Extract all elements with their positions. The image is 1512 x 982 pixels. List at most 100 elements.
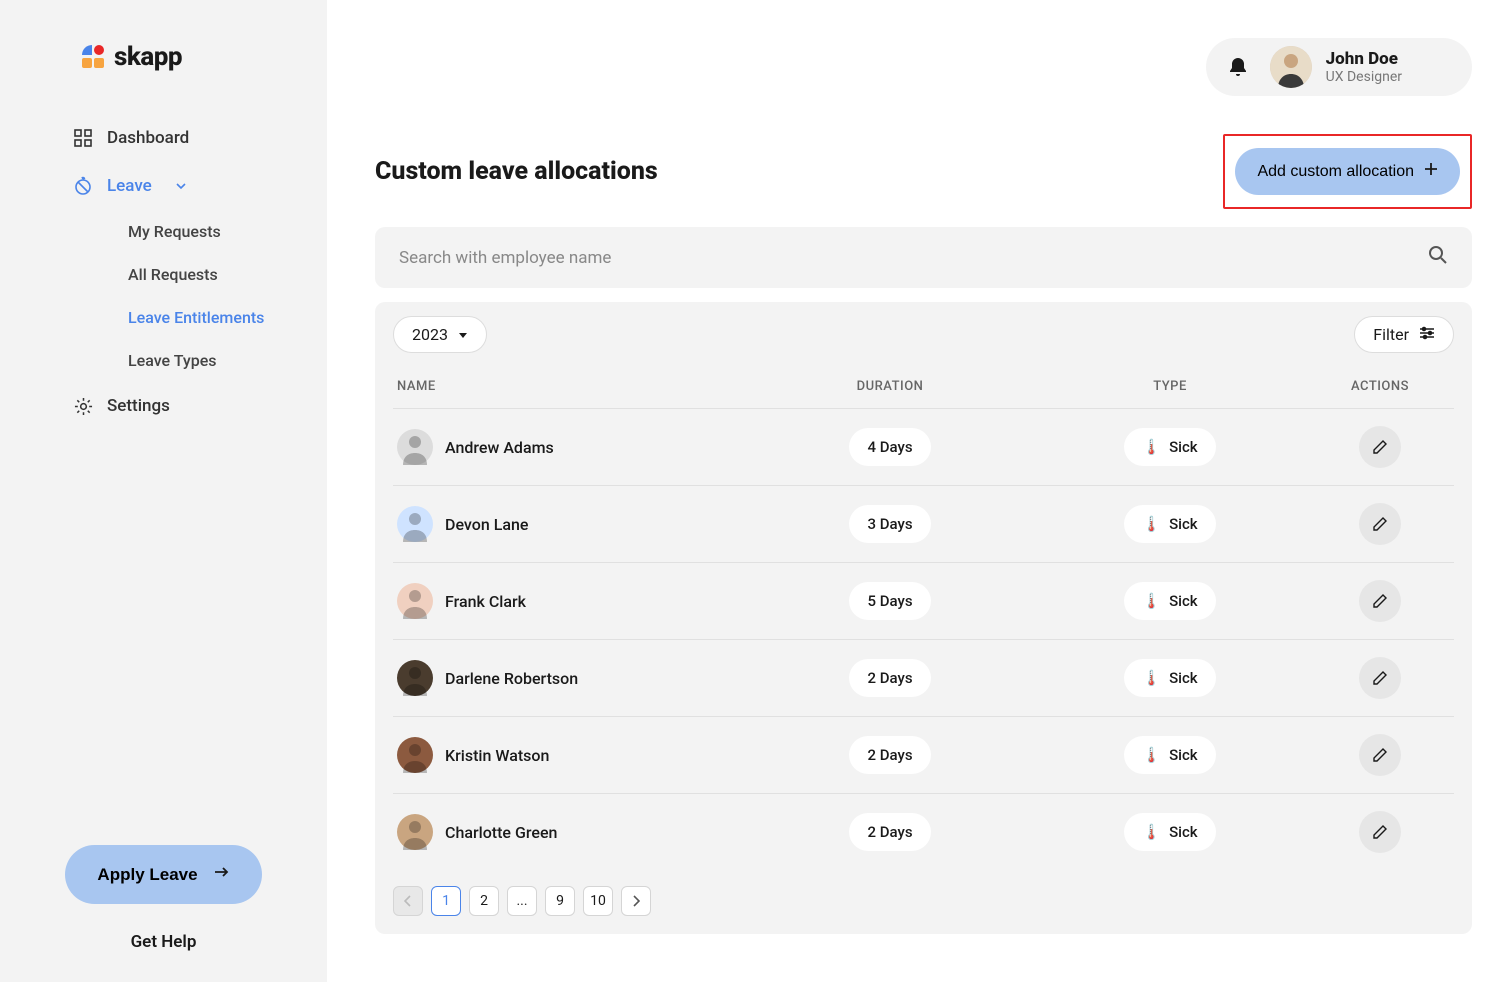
- thermometer-icon: 🌡️: [1142, 515, 1161, 533]
- employee-avatar: [397, 814, 433, 850]
- table-row: Andrew Adams 4 Days 🌡️ Sick: [393, 408, 1454, 485]
- brand-name: skapp: [114, 42, 182, 72]
- thermometer-icon: 🌡️: [1142, 746, 1161, 764]
- add-button-label: Add custom allocation: [1257, 163, 1414, 181]
- get-help-link[interactable]: Get Help: [60, 932, 267, 952]
- add-custom-allocation-button[interactable]: Add custom allocation: [1235, 148, 1460, 195]
- employee-avatar: [397, 506, 433, 542]
- th-type: TYPE: [1030, 379, 1310, 394]
- employee-name: Darlene Robertson: [445, 669, 578, 688]
- subnav-all-requests[interactable]: All Requests: [128, 253, 327, 296]
- sidebar-item-label: Dashboard: [107, 128, 189, 148]
- table-row: Kristin Watson 2 Days 🌡️ Sick: [393, 716, 1454, 793]
- type-pill: 🌡️ Sick: [1124, 582, 1215, 620]
- duration-pill: 3 Days: [849, 505, 930, 543]
- thermometer-icon: 🌡️: [1142, 823, 1161, 841]
- employee-name: Devon Lane: [445, 515, 528, 534]
- user-pill[interactable]: John Doe UX Designer: [1206, 38, 1472, 96]
- user-role: UX Designer: [1326, 69, 1402, 85]
- type-pill: 🌡️ Sick: [1124, 428, 1215, 466]
- edit-button[interactable]: [1359, 580, 1401, 622]
- table-card: 2023 Filter NAME DURATION TYPE ACTIONS: [375, 302, 1472, 934]
- page-ellipsis: ...: [507, 886, 537, 916]
- arrow-right-icon: [212, 863, 230, 886]
- filter-label: Filter: [1373, 325, 1409, 344]
- employee-avatar: [397, 737, 433, 773]
- type-pill: 🌡️ Sick: [1124, 505, 1215, 543]
- table-row: Devon Lane 3 Days 🌡️ Sick: [393, 485, 1454, 562]
- search-input[interactable]: Search with employee name: [375, 227, 1472, 288]
- type-pill: 🌡️ Sick: [1124, 736, 1215, 774]
- sidebar-item-leave[interactable]: Leave: [73, 162, 327, 210]
- apply-leave-button[interactable]: Apply Leave: [65, 845, 261, 904]
- page-number-button[interactable]: 1: [431, 886, 461, 916]
- sidebar: skapp Dashboard Lea: [0, 0, 327, 982]
- subnav-my-requests[interactable]: My Requests: [128, 210, 327, 253]
- plus-icon: [1424, 162, 1438, 181]
- header: John Doe UX Designer: [375, 0, 1472, 96]
- subnav-leave-types[interactable]: Leave Types: [128, 339, 327, 382]
- employee-avatar: [397, 583, 433, 619]
- subnav-leave-entitlements[interactable]: Leave Entitlements: [128, 296, 327, 339]
- bell-icon[interactable]: [1226, 55, 1250, 79]
- logo-icon: [80, 44, 106, 70]
- employee-avatar: [397, 429, 433, 465]
- th-duration: DURATION: [750, 379, 1030, 394]
- logo[interactable]: skapp: [0, 42, 327, 114]
- table-row: Frank Clark 5 Days 🌡️ Sick: [393, 562, 1454, 639]
- page-next-button[interactable]: [621, 886, 651, 916]
- leave-subnav: My Requests All Requests Leave Entitleme…: [73, 210, 327, 382]
- edit-button[interactable]: [1359, 503, 1401, 545]
- thermometer-icon: 🌡️: [1142, 669, 1161, 687]
- apply-leave-label: Apply Leave: [97, 865, 197, 885]
- employee-avatar: [397, 660, 433, 696]
- dashboard-icon: [73, 128, 93, 148]
- duration-pill: 2 Days: [849, 813, 930, 851]
- main-content: John Doe UX Designer Custom leave alloca…: [327, 0, 1512, 982]
- filter-button[interactable]: Filter: [1354, 316, 1454, 353]
- duration-pill: 2 Days: [849, 659, 930, 697]
- caret-down-icon: [458, 325, 468, 344]
- sliders-icon: [1419, 325, 1435, 344]
- table-row: Darlene Robertson 2 Days 🌡️ Sick: [393, 639, 1454, 716]
- thermometer-icon: 🌡️: [1142, 592, 1161, 610]
- page-number-button[interactable]: 10: [583, 886, 613, 916]
- chevron-down-icon: [176, 176, 186, 196]
- sidebar-item-settings[interactable]: Settings: [73, 382, 327, 430]
- edit-button[interactable]: [1359, 811, 1401, 853]
- sidebar-item-dashboard[interactable]: Dashboard: [73, 114, 327, 162]
- type-pill: 🌡️ Sick: [1124, 659, 1215, 697]
- highlight-box: Add custom allocation: [1223, 134, 1472, 209]
- duration-pill: 5 Days: [849, 582, 930, 620]
- search-placeholder: Search with employee name: [399, 248, 611, 268]
- type-pill: 🌡️ Sick: [1124, 813, 1215, 851]
- main-nav: Dashboard Leave My Requests All Requests…: [0, 114, 327, 430]
- employee-name: Andrew Adams: [445, 438, 554, 457]
- page-number-button[interactable]: 2: [469, 886, 499, 916]
- thermometer-icon: 🌡️: [1142, 438, 1161, 456]
- year-selected: 2023: [412, 325, 448, 344]
- duration-pill: 4 Days: [849, 428, 930, 466]
- duration-pill: 2 Days: [849, 736, 930, 774]
- th-actions: ACTIONS: [1310, 379, 1450, 394]
- leave-icon: [73, 176, 93, 196]
- employee-name: Kristin Watson: [445, 746, 549, 765]
- table-row: Charlotte Green 2 Days 🌡️ Sick: [393, 793, 1454, 870]
- user-name: John Doe: [1326, 49, 1402, 69]
- edit-button[interactable]: [1359, 657, 1401, 699]
- gear-icon: [73, 396, 93, 416]
- page-number-button[interactable]: 9: [545, 886, 575, 916]
- avatar: [1270, 46, 1312, 88]
- edit-button[interactable]: [1359, 734, 1401, 776]
- employee-name: Charlotte Green: [445, 823, 557, 842]
- page-title: Custom leave allocations: [375, 157, 658, 186]
- year-select[interactable]: 2023: [393, 316, 487, 353]
- employee-name: Frank Clark: [445, 592, 526, 611]
- th-name: NAME: [397, 379, 750, 394]
- table-header: NAME DURATION TYPE ACTIONS: [393, 357, 1454, 408]
- sidebar-item-label: Leave: [107, 176, 152, 196]
- sidebar-item-label: Settings: [107, 396, 170, 416]
- search-icon: [1428, 245, 1448, 270]
- edit-button[interactable]: [1359, 426, 1401, 468]
- page-prev-button: [393, 886, 423, 916]
